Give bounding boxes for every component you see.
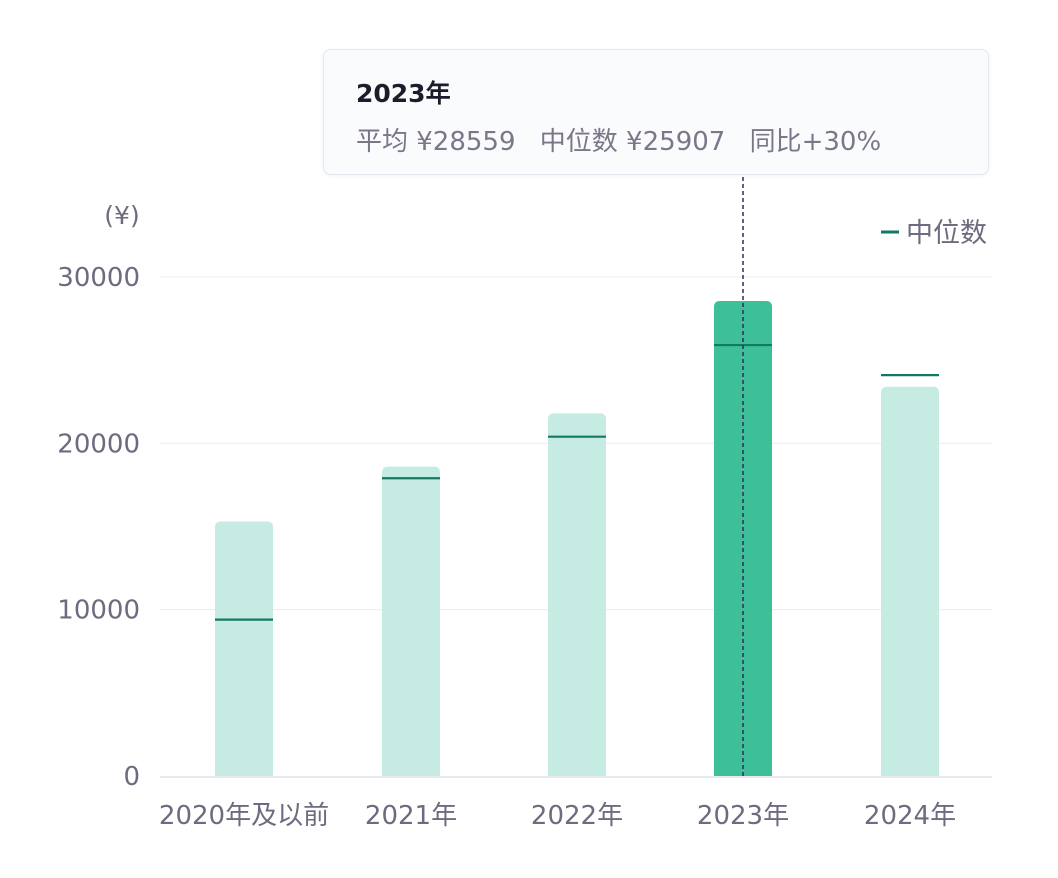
tooltip-body: 平均 ¥28559 中位数 ¥25907 同比+30% [356, 121, 897, 158]
bar[interactable] [548, 413, 606, 776]
x-tick-label: 2022年 [531, 801, 623, 831]
legend-label-median: 中位数 [906, 218, 987, 249]
tooltip-title: 2023年 [356, 79, 451, 108]
y-tick-label: 30000 [57, 263, 140, 293]
axes: 0 10000 20000 30000 (¥) 2020年及以前 2021年 2022年 202… [57, 201, 992, 831]
tooltip: 2023年 平均 ¥28559 中位数 ¥25907 同比+30% [323, 49, 989, 175]
y-tick-label: 0 [123, 762, 140, 792]
y-tick-label: 10000 [57, 596, 140, 626]
x-tick-label: 2021年 [365, 801, 457, 831]
bar[interactable] [215, 521, 273, 776]
legend: 中位数 [881, 218, 987, 249]
tooltip-median: 中位数 ¥25907 [539, 127, 726, 157]
bar[interactable] [881, 386, 939, 776]
tooltip-yoy: 同比+30% [749, 127, 882, 157]
y-tick-label: 20000 [57, 429, 140, 459]
x-tick-label: 2023年 [697, 801, 789, 831]
bars [215, 300, 939, 776]
y-unit-label: (¥) [104, 201, 139, 230]
tooltip-average: 平均 ¥28559 [356, 127, 516, 157]
x-tick-label: 2024年 [864, 801, 956, 831]
bar[interactable] [382, 466, 440, 776]
x-tick-label: 2020年及以前 [159, 801, 329, 831]
